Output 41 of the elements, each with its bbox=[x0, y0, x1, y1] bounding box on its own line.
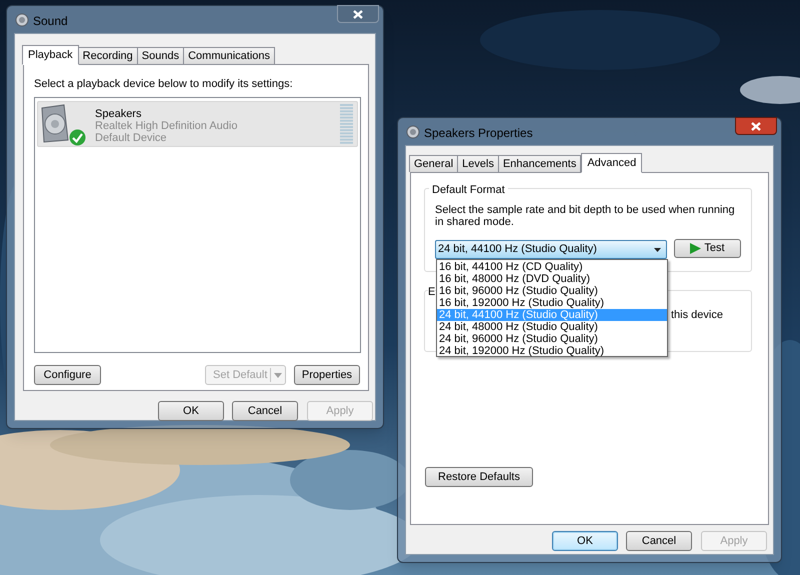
dropdown-option[interactable]: 16 bit, 96000 Hz (Studio Quality) bbox=[437, 285, 667, 297]
configure-button[interactable]: Configure bbox=[34, 365, 101, 385]
dropdown-option[interactable]: 24 bit, 48000 Hz (Studio Quality) bbox=[437, 321, 667, 333]
format-dropdown[interactable]: 24 bit, 44100 Hz (Studio Quality) bbox=[435, 240, 667, 259]
window-title: Sound bbox=[33, 13, 68, 30]
option-text: this device bbox=[671, 308, 723, 323]
close-icon bbox=[353, 10, 363, 18]
caret-icon bbox=[274, 373, 282, 378]
caret-icon bbox=[654, 248, 661, 252]
restore-defaults-button[interactable]: Restore Defaults bbox=[425, 467, 533, 487]
device-driver: Realtek High Definition Audio bbox=[95, 120, 238, 133]
instruction-text: Select a playback device below to modify its settings: bbox=[34, 77, 293, 92]
ok-button[interactable]: OK bbox=[552, 531, 618, 551]
device-status: Default Device bbox=[95, 132, 167, 146]
description-text: Select the sample rate and bit depth to be used when running in shared mode. bbox=[435, 204, 736, 228]
cancel-button[interactable]: Cancel bbox=[626, 531, 692, 551]
dropdown-option[interactable]: 24 bit, 96000 Hz (Studio Quality) bbox=[437, 333, 667, 345]
ok-button[interactable]: OK bbox=[158, 401, 224, 421]
tab[interactable]: Communications bbox=[183, 47, 276, 64]
tab[interactable]: General bbox=[409, 155, 458, 172]
close-button[interactable] bbox=[337, 5, 379, 23]
tab[interactable]: Playback bbox=[22, 45, 79, 65]
device-item[interactable]: Speakers Realtek High Definition Audio Default Device bbox=[37, 101, 358, 147]
level-meter-icon bbox=[340, 104, 353, 145]
window-title: Speakers Properties bbox=[424, 125, 533, 142]
play-icon bbox=[690, 243, 702, 254]
test-button[interactable]: Test bbox=[674, 239, 741, 258]
dropdown-option[interactable]: 16 bit, 48000 Hz (DVD Quality) bbox=[437, 273, 667, 285]
tab[interactable]: Levels bbox=[457, 155, 499, 172]
close-button[interactable] bbox=[735, 117, 777, 135]
properties-button[interactable]: Properties bbox=[294, 365, 360, 385]
device-name: Speakers bbox=[95, 107, 142, 121]
dropdown-option[interactable]: 16 bit, 44100 Hz (CD Quality) bbox=[437, 261, 667, 273]
cancel-button[interactable]: Cancel bbox=[232, 401, 298, 421]
dropdown-option[interactable]: 16 bit, 192000 Hz (Studio Quality) bbox=[437, 297, 667, 309]
tab[interactable]: Enhancements bbox=[498, 155, 582, 172]
dropdown-option[interactable]: 24 bit, 192000 Hz (Studio Quality) bbox=[437, 345, 667, 357]
tab[interactable]: Advanced bbox=[581, 153, 642, 173]
close-icon bbox=[751, 122, 761, 130]
tab[interactable]: Sounds bbox=[136, 47, 184, 64]
tab[interactable]: Recording bbox=[78, 47, 138, 64]
